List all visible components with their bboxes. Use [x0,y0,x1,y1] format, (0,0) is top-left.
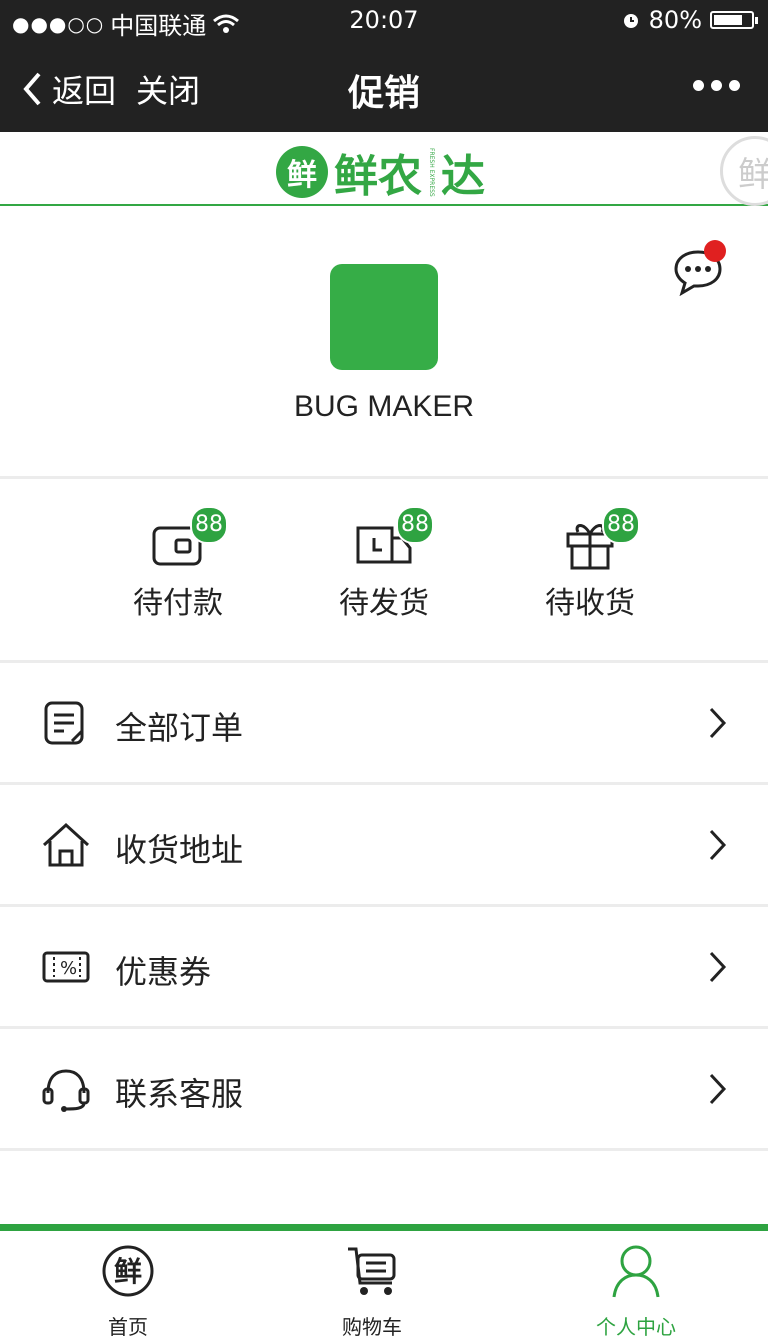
tab-label: 首页 [108,1315,148,1339]
battery-icon [710,11,758,29]
home-address-icon [42,822,90,867]
menu-label: 联系客服 [115,1075,244,1113]
tab-cart[interactable]: 购物车 [244,1243,500,1340]
tab-label: 个人中心 [596,1315,676,1339]
tab-home[interactable]: 鲜 首页 [0,1243,256,1340]
chevron-right-icon [709,1073,727,1105]
menu-label: 全部订单 [115,709,244,747]
brand-name-part1: 鲜农 [334,151,422,202]
battery-info: 80% [621,6,758,34]
status-pending-payment[interactable]: 88 待付款 [78,506,278,622]
status-bar: ●●●○○ 中国联通 20:07 80% [0,0,768,42]
brand-tagline: FRESH EXPRESS [428,147,435,197]
gift-box-icon: 88 [558,506,640,572]
divider [0,1148,768,1151]
status-badge: 88 [602,506,640,544]
svg-text:鲜: 鲜 [114,1255,142,1288]
tab-bar: 鲜 首页 购物车 个人中心 [0,1231,768,1344]
menu-shipping-address[interactable]: 收货地址 [0,785,768,905]
menu-label: 优惠券 [115,953,212,991]
username: BUG MAKER [293,390,475,423]
status-badge: 88 [190,506,228,544]
brand-header: 鲜 鲜农 FRESH EXPRESS 达 鲜 [0,132,768,206]
menu-all-orders[interactable]: 全部订单 [0,663,768,783]
brand-mark-icon: 鲜 [276,146,328,198]
brand-watermark-icon: 鲜 [720,136,768,206]
brand-name-part2: 达 [441,151,485,202]
status-pending-receipt[interactable]: 88 待收货 [490,506,690,622]
delivery-truck-icon: 88 [352,506,434,572]
svg-text:%: % [60,958,77,979]
status-label: 待付款 [133,586,223,621]
menu-customer-service[interactable]: 联系客服 [0,1029,768,1149]
headset-icon [42,1069,90,1112]
status-label: 待发货 [339,586,429,621]
cart-icon [348,1247,396,1295]
home-logo-icon: 鲜 [102,1245,154,1297]
wallet-icon: 88 [146,506,228,572]
coupon-icon: % [42,951,90,983]
unread-dot [704,240,726,262]
brand-logo: 鲜 鲜农 FRESH EXPRESS 达 [276,140,492,204]
divider [0,476,768,479]
status-label: 待收货 [545,586,635,621]
page-title: 促销 [347,73,420,114]
order-list-icon [44,701,84,745]
avatar[interactable] [330,264,438,370]
chevron-right-icon [709,707,727,739]
chevron-right-icon [709,951,727,983]
nav-bar: 返回 关闭 促销 [0,42,768,132]
battery-percent: 80% [648,6,702,34]
menu-label: 收货地址 [115,831,244,869]
status-pending-shipment[interactable]: 88 待发货 [284,506,484,622]
chevron-right-icon [709,829,727,861]
status-badge: 88 [396,506,434,544]
menu-coupons[interactable]: % 优惠券 [0,907,768,1027]
user-icon [612,1245,660,1298]
tab-profile[interactable]: 个人中心 [508,1243,764,1340]
more-options-icon[interactable] [693,80,740,91]
alarm-icon [623,14,638,28]
tab-label: 购物车 [342,1315,402,1339]
tabbar-top-border [0,1224,768,1231]
message-button[interactable] [672,240,726,300]
